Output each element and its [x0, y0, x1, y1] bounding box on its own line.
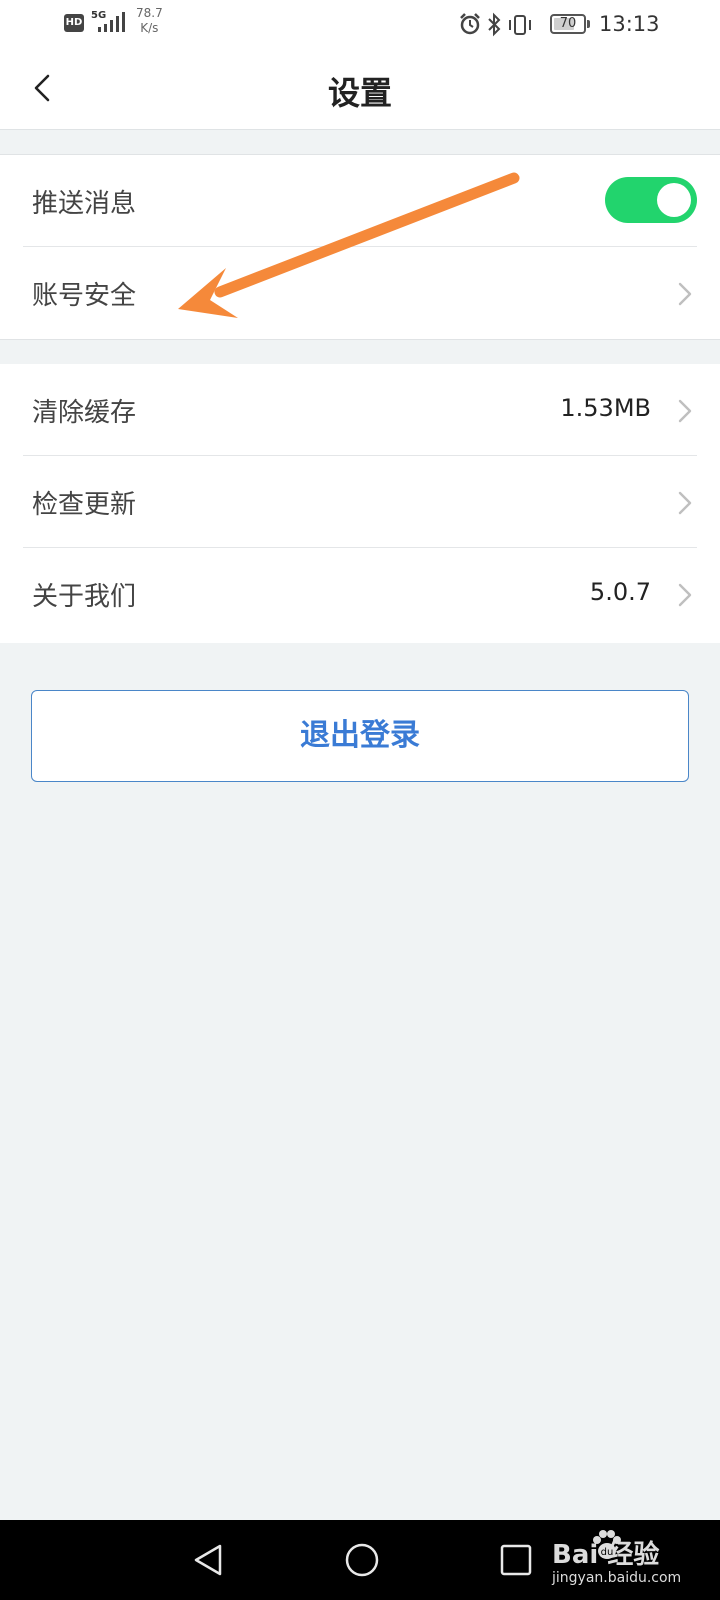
vibrate-icon — [509, 15, 531, 35]
alarm-icon — [460, 13, 480, 35]
chevron-right-icon — [678, 583, 692, 607]
version-value: 5.0.7 — [589, 578, 651, 606]
push-messages-toggle[interactable] — [605, 177, 697, 223]
settings-group-account: 推送消息 账号安全 — [0, 154, 720, 340]
hd-badge: HD — [64, 14, 84, 32]
chevron-right-icon — [678, 399, 692, 423]
page-title: 设置 — [327, 74, 392, 112]
logout-button[interactable]: 退出登录 — [31, 690, 689, 782]
push-messages-label: 推送消息 — [32, 189, 137, 219]
svg-text:du: du — [601, 1547, 614, 1558]
battery-icon: 70 — [550, 14, 586, 34]
watermark: Bai 经验 du jingyan.baidu.com — [548, 1520, 720, 1600]
about-us-row[interactable]: 关于我们 5.0.7 — [23, 548, 697, 640]
circle-home-icon — [345, 1543, 379, 1577]
battery-level: 70 — [559, 16, 577, 31]
nav-back-button[interactable] — [188, 1540, 228, 1580]
check-update-label: 检查更新 — [32, 490, 137, 520]
network-speed-unit: K/s — [140, 21, 159, 35]
network-speed: 78.7 K/s — [136, 6, 163, 36]
cache-size-value: 1.53MB — [560, 394, 651, 422]
alarm-bluetooth-vibrate-icons — [460, 12, 531, 37]
watermark-url: jingyan.baidu.com — [552, 1570, 682, 1586]
title-bar: 设置 — [0, 48, 720, 130]
toggle-knob — [657, 183, 691, 217]
account-security-row[interactable]: 账号安全 — [23, 247, 697, 339]
check-update-row[interactable]: 检查更新 — [23, 456, 697, 548]
nav-recent-apps-button[interactable] — [496, 1540, 536, 1580]
paw-icon: du — [593, 1530, 621, 1559]
status-bar: HD 5G 78.7 K/s 70 13:13 — [0, 0, 720, 48]
account-security-label: 账号安全 — [32, 281, 137, 311]
about-us-label: 关于我们 — [32, 582, 137, 612]
clear-cache-label: 清除缓存 — [32, 398, 137, 428]
network-speed-value: 78.7 — [136, 6, 163, 20]
triangle-back-icon — [194, 1544, 222, 1576]
signal-icon — [98, 12, 125, 32]
push-messages-row: 推送消息 — [23, 155, 697, 247]
chevron-right-icon — [678, 282, 692, 306]
bluetooth-icon — [488, 12, 501, 37]
clear-cache-row[interactable]: 清除缓存 1.53MB — [23, 364, 697, 456]
nav-home-button[interactable] — [342, 1540, 382, 1580]
battery-cap — [587, 20, 590, 28]
square-recent-icon — [500, 1544, 532, 1576]
status-time: 13:13 — [599, 12, 660, 36]
chevron-right-icon — [678, 491, 692, 515]
settings-group-app: 清除缓存 1.53MB 检查更新 关于我们 5.0.7 — [0, 364, 720, 643]
